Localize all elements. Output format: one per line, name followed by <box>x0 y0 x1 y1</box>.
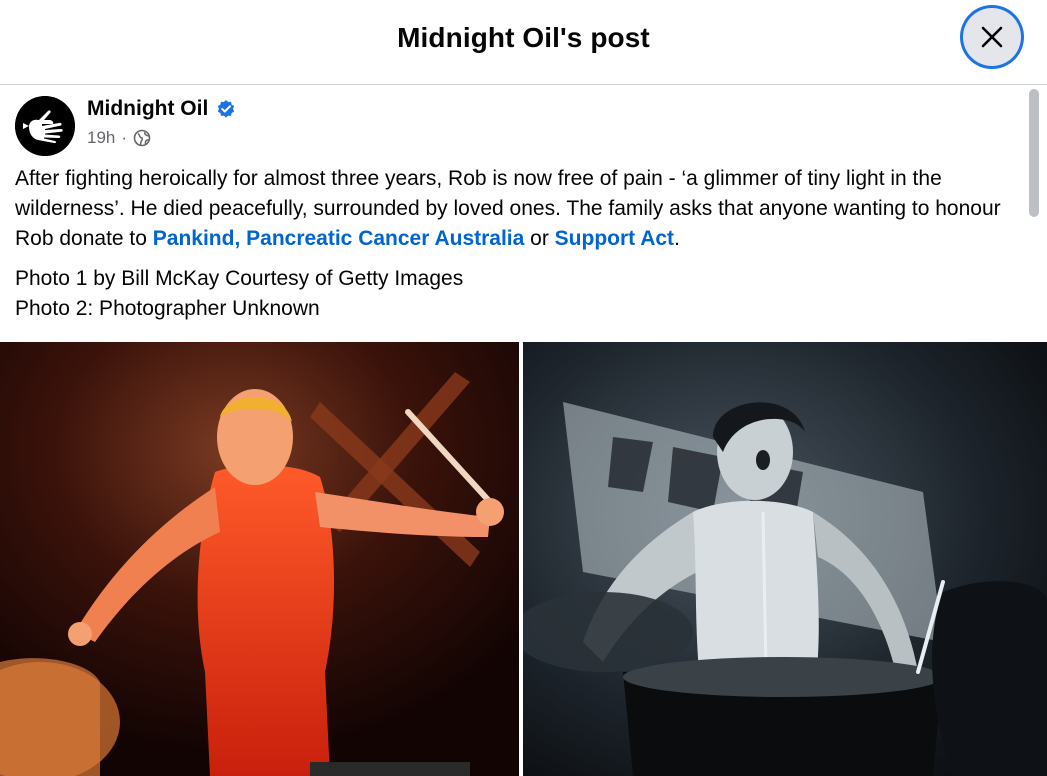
photo-credit-1: Photo 1 by Bill McKay Courtesy of Getty … <box>15 267 464 290</box>
post-message: After fighting heroically for almost thr… <box>15 164 1030 254</box>
pankind-link[interactable]: Pankind, Pancreatic Cancer Australia <box>153 227 525 250</box>
drummer-red-photo[interactable] <box>0 342 519 776</box>
post-body: After fighting heroically for almost thr… <box>15 164 1030 334</box>
post-message-end: . <box>674 227 680 250</box>
page-name-link[interactable]: Midnight Oil <box>87 97 208 121</box>
page-name-row: Midnight Oil <box>87 97 236 121</box>
post-content: Midnight Oil 19h · After fighting heroic… <box>0 85 1047 776</box>
verified-badge-icon <box>218 100 235 118</box>
photo-credit-2: Photo 2: Photographer Unknown <box>15 297 320 320</box>
post-timestamp[interactable]: 19h <box>87 128 115 148</box>
close-button[interactable] <box>963 8 1021 66</box>
dialog-header: Midnight Oil's post <box>0 0 1047 85</box>
scrollbar[interactable] <box>1029 89 1039 217</box>
drummer-bw-photo[interactable] <box>523 342 1047 776</box>
post-meta: 19h · <box>87 128 151 148</box>
post-message-conjunction: or <box>524 227 555 250</box>
meta-separator: · <box>121 128 128 147</box>
support-act-link[interactable]: Support Act <box>555 227 674 250</box>
avatar[interactable] <box>15 96 75 156</box>
hand-logo-icon <box>15 96 75 156</box>
globe-icon[interactable] <box>133 129 151 147</box>
photo-credits: Photo 1 by Bill McKay Courtesy of Getty … <box>15 264 1030 324</box>
close-icon <box>981 26 1003 48</box>
dialog-title: Midnight Oil's post <box>397 22 650 53</box>
